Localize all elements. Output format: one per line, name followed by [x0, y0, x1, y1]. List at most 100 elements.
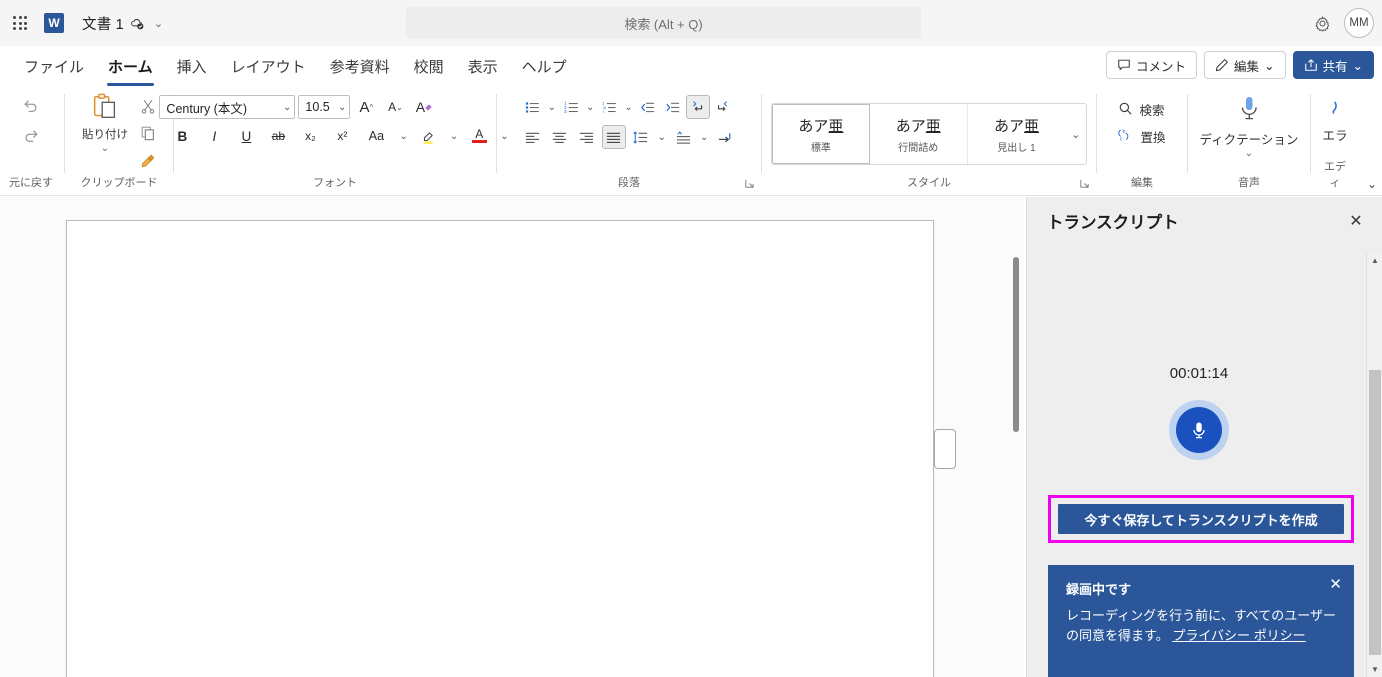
privacy-policy-link[interactable]: プライバシー ポリシー — [1172, 628, 1305, 643]
editor-button[interactable]: エラ — [1320, 100, 1350, 144]
increase-indent-icon[interactable] — [661, 95, 685, 119]
line-spacing-icon[interactable] — [629, 125, 653, 149]
document-page[interactable] — [66, 220, 934, 677]
ltr-paragraph-icon[interactable] — [685, 95, 710, 119]
font-size-combo[interactable]: 10.5 ⌄ — [298, 95, 351, 119]
format-painter-icon[interactable] — [135, 148, 161, 172]
document-vertical-scrollbar-thumb[interactable] — [1013, 257, 1019, 432]
scroll-up-arrow-icon[interactable]: ▲ — [1367, 252, 1382, 268]
styles-dialog-launcher[interactable] — [1079, 178, 1090, 192]
comments-label: コメント — [1135, 59, 1186, 74]
font-color-icon[interactable]: A — [466, 124, 492, 148]
transcript-pane-scrollbar[interactable]: ▲ ▼ — [1366, 252, 1382, 677]
comments-button[interactable]: コメント — [1105, 51, 1197, 79]
svg-text:b: b — [1123, 129, 1126, 135]
numbered-list-chevron-down-icon[interactable]: ⌄ — [584, 102, 596, 113]
change-case-chevron-down-icon[interactable]: ⌄ — [397, 131, 409, 142]
numbered-list-icon[interactable]: 123 — [559, 95, 583, 119]
comment-anchor-tab[interactable] — [934, 429, 956, 469]
paragraph-spacing-chevron-down-icon[interactable]: ⌄ — [698, 132, 710, 143]
line-spacing-chevron-down-icon[interactable]: ⌄ — [656, 132, 668, 143]
dictate-chevron-down-icon[interactable]: ⌄ — [1245, 148, 1253, 159]
record-button-wrapper — [1027, 400, 1371, 460]
style-item-heading1[interactable]: あア亜 見出し 1 — [968, 104, 1066, 164]
close-icon[interactable]: ✕ — [1343, 208, 1369, 234]
app-launcher-icon[interactable] — [0, 16, 40, 30]
bullet-list-chevron-down-icon[interactable]: ⌄ — [546, 102, 558, 113]
find-button[interactable]: 検索 — [1114, 98, 1169, 121]
multilevel-list-chevron-down-icon[interactable]: ⌄ — [622, 102, 634, 113]
copy-icon[interactable] — [135, 121, 161, 145]
rtl-paragraph-icon[interactable] — [711, 95, 735, 119]
styles-more-chevron-down-icon[interactable]: ⌄ — [1065, 104, 1086, 164]
underline-button[interactable]: U — [233, 124, 259, 148]
align-right-icon[interactable] — [575, 125, 599, 149]
ribbon-separator — [761, 94, 762, 173]
editing-button[interactable]: 編集 ⌄ — [1204, 51, 1286, 79]
save-and-create-transcript-button[interactable]: 今すぐ保存してトランスクリプトを作成 — [1058, 504, 1344, 534]
superscript-button[interactable]: x² — [329, 124, 355, 148]
align-center-icon[interactable] — [548, 125, 572, 149]
decrease-indent-icon[interactable] — [636, 95, 660, 119]
search-input[interactable]: 検索 (Alt + Q) — [406, 7, 921, 39]
italic-button[interactable]: I — [201, 124, 227, 148]
strikethrough-button[interactable]: ab — [265, 124, 291, 148]
paragraph-spacing-icon[interactable] — [671, 125, 695, 149]
font-name-combo[interactable]: Century (本文) ⌄ — [159, 95, 296, 119]
document-canvas[interactable] — [0, 197, 1024, 677]
clear-formatting-icon[interactable]: A — [411, 95, 437, 119]
editor-pen-icon — [1326, 100, 1344, 125]
undo-icon[interactable] — [16, 92, 46, 120]
paste-button[interactable]: 貼り付け ⌄ — [77, 92, 133, 154]
bullet-list-icon[interactable] — [521, 95, 545, 119]
cut-icon[interactable] — [135, 94, 161, 118]
bold-button[interactable]: B — [169, 124, 195, 148]
replace-button[interactable]: bc 置換 — [1114, 125, 1169, 148]
tab-layout[interactable]: レイアウト — [221, 52, 316, 81]
tab-home[interactable]: ホーム — [98, 52, 163, 86]
gear-icon[interactable] — [1308, 9, 1336, 37]
document-title-chevron-down-icon[interactable]: ⌄ — [154, 17, 163, 30]
avatar[interactable]: MM — [1344, 8, 1374, 38]
tab-help[interactable]: ヘルプ — [512, 52, 577, 81]
subscript-button[interactable]: x₂ — [297, 124, 323, 148]
microphone-icon — [1235, 94, 1263, 129]
transcript-pane: トランスクリプト ✕ 00:01:14 今すぐ保存してトランスクリプトを作成 ✕… — [1026, 197, 1382, 677]
change-case-button[interactable]: Aa — [361, 124, 391, 148]
dictate-button[interactable]: ディクテーション ⌄ — [1197, 94, 1301, 159]
editing-chevron-down-icon[interactable]: ⌄ — [1264, 58, 1274, 73]
record-button[interactable] — [1169, 400, 1229, 460]
justify-icon[interactable] — [601, 125, 626, 149]
style-item-normal[interactable]: あア亜 標準 — [772, 104, 870, 164]
document-title[interactable]: 文書 1 ⌄ — [82, 13, 163, 34]
font-size-chevron-down-icon[interactable]: ⌄ — [334, 102, 346, 113]
toast-close-icon[interactable]: ✕ — [1329, 575, 1342, 593]
redo-icon[interactable] — [16, 122, 46, 150]
paragraph-dialog-launcher[interactable] — [744, 178, 755, 192]
tab-view[interactable]: 表示 — [458, 52, 508, 81]
align-left-icon[interactable] — [521, 125, 545, 149]
highlight-chevron-down-icon[interactable]: ⌄ — [448, 131, 460, 142]
share-chevron-down-icon[interactable]: ⌄ — [1353, 58, 1363, 73]
bold-glyph: B — [177, 128, 188, 144]
tab-references[interactable]: 参考資料 — [320, 52, 400, 81]
show-formatting-marks-icon[interactable] — [713, 125, 737, 149]
paste-chevron-down-icon[interactable]: ⌄ — [101, 143, 109, 154]
scroll-down-arrow-icon[interactable]: ▼ — [1367, 661, 1382, 677]
highlight-icon[interactable] — [416, 124, 442, 148]
shrink-font-icon[interactable]: A ⌄ — [382, 95, 408, 119]
style-item-no-spacing[interactable]: あア亜 行間詰め — [870, 104, 968, 164]
scrollbar-thumb[interactable] — [1369, 370, 1381, 655]
tab-review[interactable]: 校閲 — [404, 52, 454, 81]
shrink-font-glyph: A — [388, 100, 397, 114]
grow-font-icon[interactable]: A ^ — [353, 95, 379, 119]
ribbon-group-font: Century (本文) ⌄ 10.5 ⌄ A ^ A ⌄ A B I U ab… — [159, 86, 509, 195]
tab-insert[interactable]: 挿入 — [167, 52, 217, 81]
share-button[interactable]: 共有 ⌄ — [1292, 51, 1374, 79]
ribbon-collapse-chevron-down-icon[interactable]: ⌄ — [1367, 177, 1377, 191]
tab-file[interactable]: ファイル — [14, 52, 94, 81]
font-name-value: Century (本文) — [166, 101, 247, 116]
font-name-chevron-down-icon[interactable]: ⌄ — [279, 102, 291, 113]
saved-to-cloud-icon — [130, 16, 145, 31]
multilevel-list-icon[interactable]: 1ai — [597, 95, 621, 119]
